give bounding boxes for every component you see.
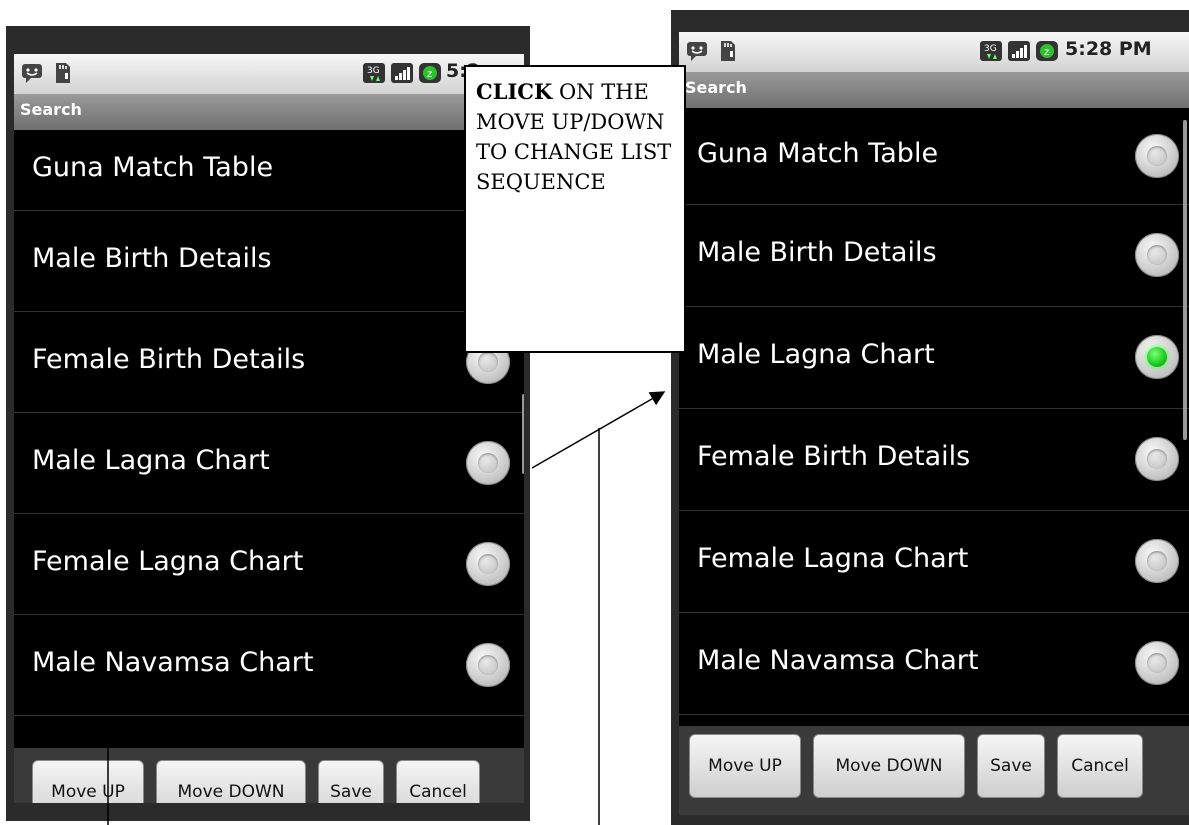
annotation-lines (107, 391, 666, 825)
pointer-arrow (531, 391, 666, 469)
